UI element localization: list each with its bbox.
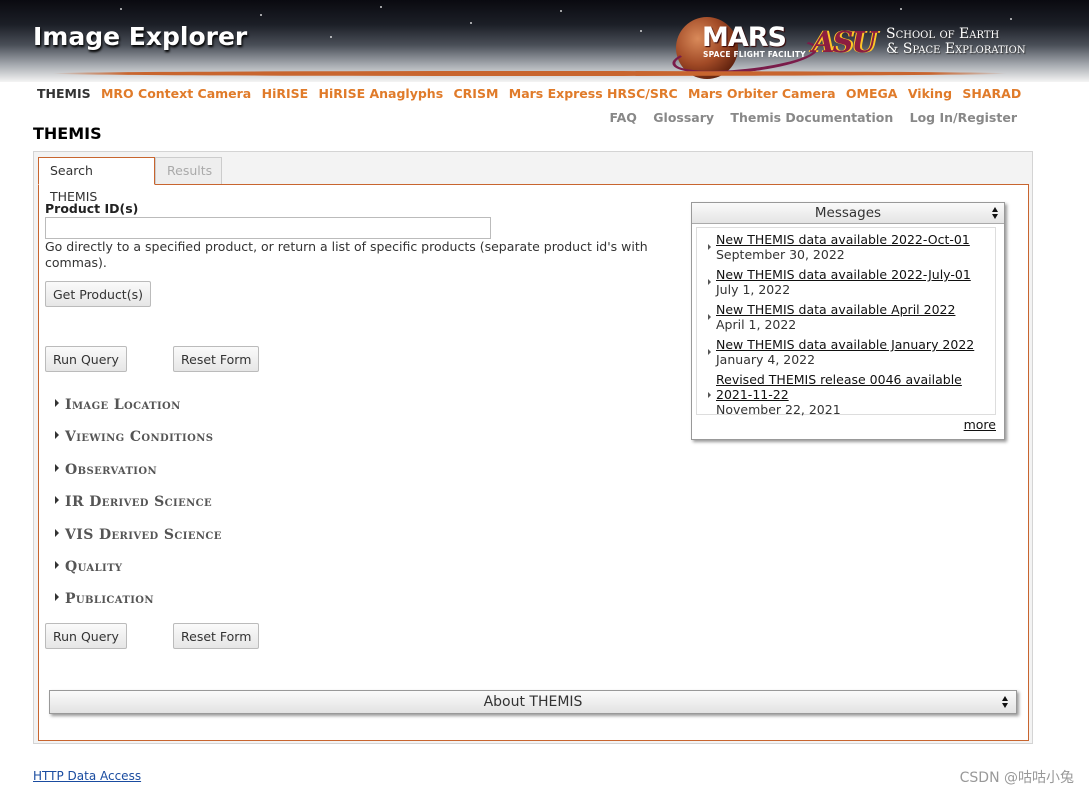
section-observation[interactable]: Observation [55, 462, 157, 478]
search-panel: Search THEMIS Results Product ID(s) Go d… [33, 151, 1033, 744]
triangle-right-icon [55, 561, 59, 569]
triangle-right-icon [55, 399, 59, 407]
star-decoration [640, 30, 642, 32]
about-themis-toggle[interactable]: About THEMIS [49, 690, 1017, 714]
message-link[interactable]: New THEMIS data available January 2022 [716, 337, 996, 352]
message-link[interactable]: New THEMIS data available 2022-July-01 [716, 267, 996, 282]
tab-search-themis[interactable]: Search THEMIS [38, 157, 155, 204]
school-name-line2: & Space Exploration [886, 41, 1026, 57]
star-decoration [380, 6, 382, 8]
message-date: January 4, 2022 [716, 352, 816, 367]
about-themis-label: About THEMIS [483, 694, 583, 710]
messages-panel: Messages New THEMIS data available 2022-… [691, 202, 1005, 440]
triangle-right-icon [55, 464, 59, 472]
watermark: CSDN @咕咕小兔 [959, 770, 1074, 786]
nav-item-login-register[interactable]: Log In/Register [910, 110, 1017, 125]
message-link[interactable]: Revised THEMIS release 0046 available 20… [716, 372, 996, 402]
messages-header[interactable]: Messages [692, 203, 1004, 224]
nav-item-themis-documentation[interactable]: Themis Documentation [730, 110, 893, 125]
section-vis-derived-science[interactable]: VIS Derived Science [55, 527, 222, 543]
school-name-line1: School of Earth [886, 26, 1000, 42]
nav-item-mro-context-camera[interactable]: MRO Context Camera [101, 86, 251, 101]
star-decoration [470, 22, 472, 24]
section-label: Publication [65, 591, 154, 607]
nav-item-sharad[interactable]: SHARAD [962, 86, 1021, 101]
tab-content: Product ID(s) Go directly to a specified… [38, 184, 1029, 741]
section-image-location[interactable]: Image Location [55, 397, 181, 413]
nav-item-crism[interactable]: CRISM [454, 86, 499, 101]
section-ir-derived-science[interactable]: IR Derived Science [55, 494, 212, 510]
section-label: IR Derived Science [65, 494, 213, 510]
nav-item-omega[interactable]: OMEGA [846, 86, 898, 101]
section-label: Observation [65, 462, 158, 478]
bullet-icon [708, 392, 711, 398]
reset-form-button-bottom[interactable]: Reset Form [173, 623, 260, 649]
asu-logo-icon[interactable]: ASU [812, 25, 877, 59]
bullet-icon [708, 279, 711, 285]
messages-more-link[interactable]: more [964, 417, 996, 432]
instrument-nav: THEMIS MRO Context Camera HiRISE HiRISE … [37, 86, 1027, 101]
site-header: Image Explorer MARS SPACE FLIGHT FACILIT… [0, 0, 1089, 82]
list-item: New THEMIS data available 2022-July-01 J… [708, 267, 996, 297]
mars-logo-subtitle: SPACE FLIGHT FACILITY [703, 50, 806, 59]
list-item: New THEMIS data available April 2022 Apr… [708, 302, 996, 332]
nav-item-hirise[interactable]: HiRISE [262, 86, 309, 101]
message-link[interactable]: New THEMIS data available 2022-Oct-01 [716, 232, 996, 247]
mars-logo[interactable]: MARS [702, 22, 787, 53]
bullet-icon [708, 244, 711, 250]
star-decoration [560, 10, 562, 12]
bullet-icon [708, 349, 711, 355]
run-query-button-bottom[interactable]: Run Query [45, 623, 127, 649]
reset-form-button[interactable]: Reset Form [173, 346, 260, 372]
http-data-access-link[interactable]: HTTP Data Access [33, 769, 141, 783]
run-query-button[interactable]: Run Query [45, 346, 127, 372]
section-label: Quality [65, 559, 123, 575]
triangle-right-icon [55, 593, 59, 601]
updown-arrows-icon[interactable] [992, 207, 999, 219]
messages-list: New THEMIS data available 2022-Oct-01 Se… [696, 227, 996, 417]
list-item: New THEMIS data available January 2022 J… [708, 337, 996, 367]
star-decoration [1010, 18, 1012, 20]
section-label: Image Location [65, 397, 181, 413]
section-label: VIS Derived Science [65, 527, 222, 543]
section-label: Viewing Conditions [65, 429, 214, 445]
page-title: THEMIS [33, 124, 102, 143]
message-date: September 30, 2022 [716, 247, 845, 262]
message-date: November 22, 2021 [716, 402, 841, 417]
star-decoration [900, 8, 902, 10]
triangle-right-icon [55, 496, 59, 504]
section-publication[interactable]: Publication [55, 591, 154, 607]
section-viewing-conditions[interactable]: Viewing Conditions [55, 429, 213, 445]
updown-arrows-icon[interactable] [1002, 696, 1009, 708]
nav-item-themis[interactable]: THEMIS [37, 86, 91, 101]
header-divider [52, 71, 1007, 76]
tab-results[interactable]: Results [155, 157, 222, 185]
utility-nav: FAQ Glossary Themis Documentation Log In… [598, 110, 1017, 125]
triangle-right-icon [55, 529, 59, 537]
star-decoration [120, 8, 122, 10]
bullet-icon [708, 314, 711, 320]
school-name[interactable]: School of Earth & Space Exploration [886, 27, 1026, 57]
nav-item-hirise-anaglyphs[interactable]: HiRISE Anaglyphs [319, 86, 444, 101]
message-link[interactable]: New THEMIS data available April 2022 [716, 302, 996, 317]
nav-item-mars-orbiter-camera[interactable]: Mars Orbiter Camera [688, 86, 836, 101]
nav-item-viking[interactable]: Viking [908, 86, 952, 101]
nav-item-glossary[interactable]: Glossary [653, 110, 714, 125]
product-id-input[interactable] [45, 217, 491, 239]
get-products-button[interactable]: Get Product(s) [45, 281, 151, 307]
list-item: New THEMIS data available 2022-Oct-01 Se… [708, 232, 996, 262]
list-item: Revised THEMIS release 0046 available 20… [708, 372, 996, 417]
star-decoration [330, 36, 332, 38]
message-date: July 1, 2022 [716, 282, 791, 297]
site-title[interactable]: Image Explorer [33, 22, 247, 51]
section-quality[interactable]: Quality [55, 559, 122, 575]
nav-item-faq[interactable]: FAQ [610, 110, 637, 125]
nav-item-mars-express-hrsc-src[interactable]: Mars Express HRSC/SRC [509, 86, 678, 101]
messages-title: Messages [814, 205, 882, 221]
triangle-right-icon [55, 431, 59, 439]
product-id-help-text: Go directly to a specified product, or r… [45, 239, 648, 270]
message-date: April 1, 2022 [716, 317, 797, 332]
star-decoration [260, 14, 262, 16]
